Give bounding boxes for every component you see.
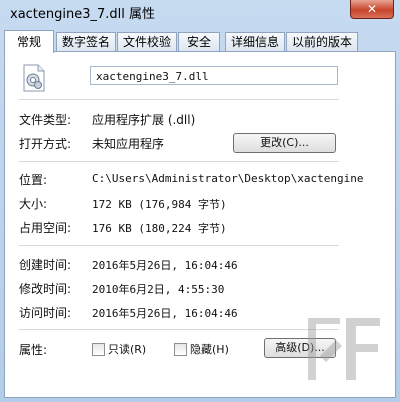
size-label: 大小: bbox=[19, 197, 48, 211]
separator bbox=[19, 245, 339, 246]
dll-file-icon bbox=[22, 64, 46, 92]
size-value: 172 KB (176,984 字节) bbox=[92, 198, 227, 211]
window-title: xactengine3_7.dll 属性 bbox=[10, 7, 156, 22]
title-bar[interactable]: xactengine3_7.dll 属性 ✕ bbox=[0, 0, 400, 26]
separator bbox=[19, 329, 339, 330]
accessed-label: 访问时间: bbox=[19, 306, 72, 320]
open-with-label: 打开方式: bbox=[19, 137, 72, 151]
file-name-field[interactable]: xactengine3_7.dll bbox=[90, 66, 338, 85]
change-button[interactable]: 更改(C)... bbox=[233, 133, 336, 153]
tab-file-checksum[interactable]: 文件校验 bbox=[117, 32, 177, 52]
modified-label: 修改时间: bbox=[19, 282, 72, 296]
created-value: 2016年5月26日, 16:04:46 bbox=[92, 259, 238, 272]
tab-details[interactable]: 详细信息 bbox=[225, 32, 285, 52]
location-label: 位置: bbox=[19, 173, 48, 187]
accessed-value: 2016年5月26日, 16:04:46 bbox=[92, 307, 238, 320]
readonly-checkbox[interactable] bbox=[92, 343, 105, 356]
hidden-label: 隐藏(H) bbox=[190, 343, 229, 356]
readonly-label: 只读(R) bbox=[108, 343, 147, 356]
location-value: C:\Users\Administrator\Desktop\xactengin… bbox=[92, 172, 364, 185]
tab-security[interactable]: 安全 bbox=[178, 32, 220, 52]
tab-previous-versions[interactable]: 以前的版本 bbox=[286, 32, 358, 52]
site-watermark-logo bbox=[300, 310, 388, 392]
size-on-disk-value: 176 KB (180,224 字节) bbox=[92, 222, 227, 235]
attributes-label: 属性: bbox=[19, 343, 48, 357]
created-label: 创建时间: bbox=[19, 258, 72, 272]
separator bbox=[19, 99, 339, 100]
properties-window: xactengine3_7.dll 属性 ✕ 常规 数字签名 文件校验 安全 详… bbox=[0, 0, 400, 402]
separator bbox=[19, 161, 339, 162]
file-type-label: 文件类型: bbox=[19, 113, 72, 127]
tab-strip: 常规 数字签名 文件校验 安全 详细信息 以前的版本 bbox=[4, 30, 398, 53]
hidden-checkbox[interactable] bbox=[174, 343, 187, 356]
tab-digital-signature[interactable]: 数字签名 bbox=[56, 32, 116, 52]
open-with-value: 未知应用程序 bbox=[92, 137, 165, 151]
tab-general[interactable]: 常规 bbox=[4, 30, 54, 53]
file-type-value: 应用程序扩展 (.dll) bbox=[92, 113, 196, 127]
modified-value: 2010年6月2日, 4:55:30 bbox=[92, 283, 225, 296]
size-on-disk-label: 占用空间: bbox=[19, 221, 72, 235]
close-button[interactable]: ✕ bbox=[350, 0, 394, 19]
